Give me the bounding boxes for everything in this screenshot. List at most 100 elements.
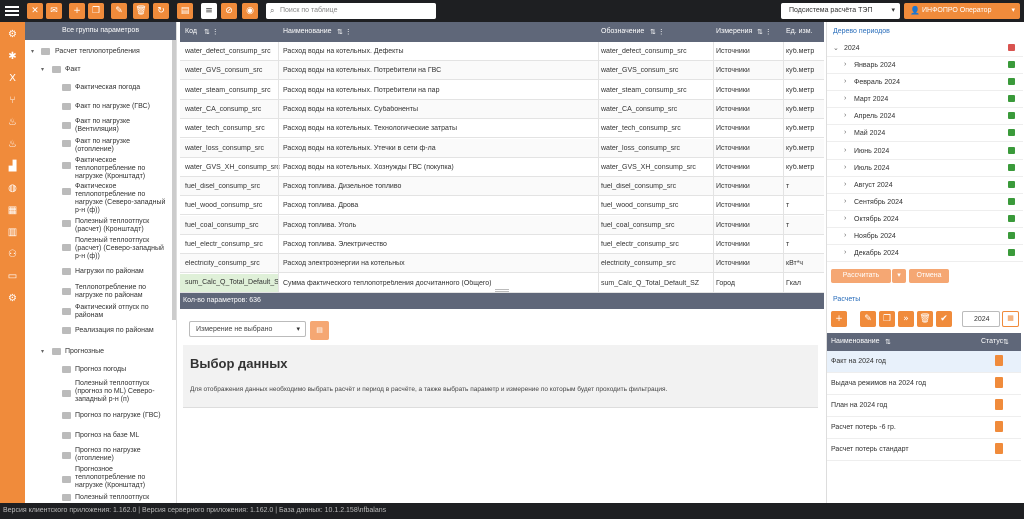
- table-row[interactable]: fuel_electr_consump_src Расход топлива. Э…: [180, 235, 824, 254]
- tree-item[interactable]: Прогноз по нагрузке (ГВС): [75, 412, 170, 420]
- nav-formula-icon[interactable]: X: [5, 72, 20, 85]
- table-row[interactable]: electricity_consump_src Расход электроэне…: [180, 254, 824, 274]
- calc-row[interactable]: Выдача режимов на 2024 год: [827, 373, 1021, 395]
- copy-button[interactable]: ❐: [88, 3, 104, 19]
- nav-cubes-icon[interactable]: ⚙: [5, 28, 20, 41]
- close-icon[interactable]: ✕: [27, 3, 43, 19]
- nav-branch-icon[interactable]: ⑂: [5, 94, 20, 107]
- period-month[interactable]: › Декабрь 2024: [827, 245, 1023, 263]
- eye-button[interactable]: ◉: [242, 3, 258, 19]
- tree-item[interactable]: Фактическое теплопотребление по нагрузке…: [75, 183, 170, 215]
- tree-item[interactable]: Прогноз по нагрузке (отопление): [75, 447, 155, 463]
- user-menu[interactable]: 👤 ИНФОПРО Оператор ▾: [904, 3, 1020, 19]
- period-month[interactable]: › Январь 2024: [827, 57, 1023, 74]
- calculate-button[interactable]: Рассчитать: [831, 269, 891, 283]
- calculate-dropdown-icon[interactable]: ▾: [892, 269, 906, 283]
- table-row[interactable]: water_CA_consump_src Расход воды на котел…: [180, 99, 824, 119]
- sort-icon[interactable]: ⇅: [1003, 338, 1009, 346]
- chat-icon[interactable]: ✉: [46, 3, 62, 19]
- column-header-unit[interactable]: Ед. изм.: [786, 28, 813, 35]
- tree-item[interactable]: Факт по нагрузке (отопление): [75, 138, 153, 154]
- period-month[interactable]: › Май 2024: [827, 125, 1023, 143]
- sort-icon[interactable]: ⇅ ⋮: [337, 28, 352, 36]
- cancel-button[interactable]: Отмена: [909, 269, 949, 283]
- nav-chart-icon[interactable]: ▥: [5, 226, 20, 239]
- tree-item[interactable]: Фактическая погода: [75, 84, 167, 92]
- search-input[interactable]: ⌕ Поиск по таблице: [266, 3, 436, 19]
- table-row[interactable]: water_GVS_XH_consump_src Расход воды на к…: [180, 158, 824, 177]
- table-row[interactable]: water_defect_consump_src Расход воды на к…: [180, 42, 824, 61]
- tree-item[interactable]: Полезный теплоотпуск (прогноз по ML) Сев…: [75, 380, 165, 404]
- tree-item[interactable]: Прогнозные: [65, 348, 104, 356]
- document-button[interactable]: ▤: [177, 3, 193, 19]
- tree-item[interactable]: Фактический отпуск по районам: [75, 304, 163, 320]
- period-month[interactable]: › Ноябрь 2024: [827, 228, 1023, 245]
- calc-row[interactable]: Расчет потерь -6 гр.: [827, 417, 1021, 439]
- forward-calc-button[interactable]: »: [898, 311, 914, 327]
- tree-item[interactable]: Фактическое теплопотребление по нагрузке…: [75, 157, 170, 181]
- calendar-icon[interactable]: ▦: [1002, 311, 1019, 327]
- tree-item[interactable]: Полезный теплоотпуск (расчет) (Северо-за…: [75, 237, 170, 261]
- tree-item[interactable]: Прогнозное теплопотребление по нагрузке …: [75, 466, 167, 490]
- edit-calc-button[interactable]: ✎: [860, 311, 876, 327]
- period-month[interactable]: › Июнь 2024: [827, 143, 1023, 160]
- period-month[interactable]: › Октябрь 2024: [827, 211, 1023, 228]
- tree-item[interactable]: Полезный теплоотпуск: [75, 494, 170, 502]
- document-icon[interactable]: ▤: [310, 321, 329, 340]
- list-button[interactable]: ≡: [201, 3, 217, 19]
- nav-fire-icon[interactable]: ♨: [5, 138, 20, 151]
- copy-calc-button[interactable]: ❐: [879, 311, 895, 327]
- tree-item[interactable]: Факт по нагрузке (Вентиляция): [75, 118, 153, 134]
- calc-row[interactable]: Факт на 2024 год: [827, 351, 1021, 373]
- refresh-button[interactable]: ↻: [153, 3, 169, 19]
- edit-button[interactable]: ✎: [111, 3, 127, 19]
- period-month[interactable]: › Апрель 2024: [827, 108, 1023, 126]
- collapse-icon[interactable]: ▾: [31, 48, 34, 55]
- sort-icon[interactable]: ⇅ ⋮: [204, 28, 219, 36]
- nav-gear-icon[interactable]: ⚙: [5, 292, 20, 305]
- tree-item[interactable]: Нагрузки по районам: [75, 268, 167, 276]
- sort-icon[interactable]: ⇅ ⋮: [650, 28, 665, 36]
- nav-settings-icon[interactable]: ✱: [5, 50, 20, 63]
- year-input[interactable]: 2024: [962, 311, 1000, 327]
- collapse-icon[interactable]: ▾: [41, 348, 44, 355]
- period-month[interactable]: › Август 2024: [827, 177, 1023, 194]
- table-row[interactable]: fuel_disel_consump_src Расход топлива. Ди…: [180, 177, 824, 197]
- column-header-designation[interactable]: Обозначение: [601, 28, 644, 35]
- clear-filter-button[interactable]: ⊘: [221, 3, 237, 19]
- tree-item[interactable]: Факт: [65, 66, 81, 74]
- column-header-code[interactable]: Код: [185, 28, 197, 35]
- period-month[interactable]: › Февраль 2024: [827, 74, 1023, 92]
- tree-item[interactable]: Расчет теплопотребления: [55, 48, 140, 56]
- nav-book-icon[interactable]: ▭: [5, 270, 20, 283]
- table-row[interactable]: water_loss_consump_src Расход воды на кот…: [180, 138, 824, 158]
- sort-icon[interactable]: ⇅: [885, 338, 891, 346]
- column-header-measurement[interactable]: Измерения: [716, 28, 752, 35]
- tree-item[interactable]: Прогноз на базе ML: [75, 432, 139, 440]
- sort-icon[interactable]: ⇅ ⋮: [757, 28, 772, 36]
- table-row[interactable]: water_GVS_consum_src Расход воды на котел…: [180, 61, 824, 81]
- tree-item[interactable]: Реализация по районам: [75, 327, 170, 335]
- table-row[interactable]: fuel_coal_consump_src Расход топлива. Уго…: [180, 215, 824, 235]
- table-row[interactable]: water_steam_consump_src Расход воды на ко…: [180, 81, 824, 100]
- tree-item[interactable]: Прогноз погоды: [75, 366, 126, 374]
- delete-button[interactable]: 🗑: [133, 3, 149, 19]
- period-month[interactable]: › Март 2024: [827, 91, 1023, 109]
- delete-calc-button[interactable]: 🗑: [917, 311, 933, 327]
- tree-item[interactable]: Факт по нагрузке (ГВС): [75, 103, 167, 111]
- collapse-icon[interactable]: ▾: [41, 66, 44, 73]
- column-header-name[interactable]: Наименование: [283, 28, 332, 35]
- calc-row[interactable]: План на 2024 год: [827, 395, 1021, 417]
- nav-factory-icon[interactable]: ▟: [5, 160, 20, 173]
- resize-handle[interactable]: [495, 289, 509, 292]
- tree-item[interactable]: Теплопотребление по нагрузке по районам: [75, 284, 163, 300]
- nav-temperature-icon[interactable]: ♨: [5, 116, 20, 129]
- groups-scrollbar[interactable]: [172, 40, 176, 320]
- calc-row[interactable]: Расчет потерь стандарт: [827, 439, 1021, 461]
- subsystem-select[interactable]: Подсистема расчёта ТЭП ▾: [781, 3, 900, 19]
- period-month[interactable]: › Сентябрь 2024: [827, 194, 1023, 211]
- add-button[interactable]: +: [69, 3, 85, 19]
- nav-database-icon[interactable]: ◍: [5, 182, 20, 195]
- nav-users-icon[interactable]: ⚇: [5, 248, 20, 261]
- add-calc-button[interactable]: +: [831, 311, 847, 327]
